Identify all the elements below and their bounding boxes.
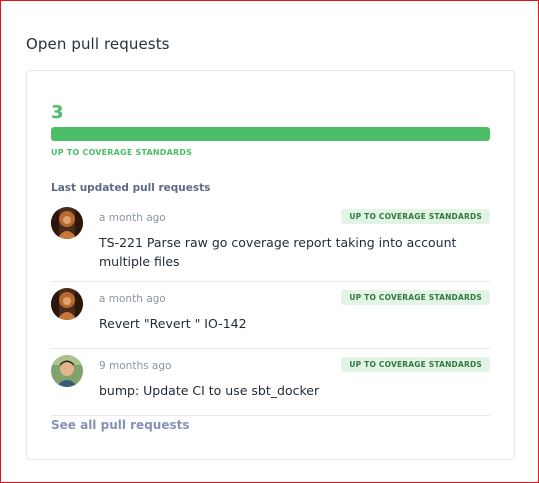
pr-title-link[interactable]: Revert "Revert " IO-142 bbox=[99, 314, 479, 333]
pr-updated-time: a month ago bbox=[99, 212, 166, 224]
section-title: Open pull requests bbox=[26, 35, 170, 53]
coverage-status-badge: UP TO COVERAGE STANDARDS bbox=[341, 357, 490, 372]
user-avatar-2 bbox=[51, 355, 83, 387]
coverage-progress-fill bbox=[51, 127, 490, 141]
pull-requests-card: 3 UP TO COVERAGE STANDARDS Last updated … bbox=[26, 70, 515, 460]
coverage-status-badge: UP TO COVERAGE STANDARDS bbox=[341, 290, 490, 305]
pull-request-item[interactable]: a month ago UP TO COVERAGE STANDARDS TS-… bbox=[51, 201, 490, 282]
pr-title-link[interactable]: bump: Update CI to use sbt_docker bbox=[99, 381, 479, 400]
user-avatar-1 bbox=[51, 288, 83, 320]
pr-title-link[interactable]: TS-221 Parse raw go coverage report taki… bbox=[99, 233, 479, 271]
pull-request-list: a month ago UP TO COVERAGE STANDARDS TS-… bbox=[51, 201, 490, 416]
see-all-pull-requests-link[interactable]: See all pull requests bbox=[51, 418, 190, 432]
coverage-status-badge: UP TO COVERAGE STANDARDS bbox=[341, 209, 490, 224]
coverage-status-label: UP TO COVERAGE STANDARDS bbox=[51, 148, 193, 157]
list-heading: Last updated pull requests bbox=[51, 182, 211, 194]
widget-frame: Open pull requests 3 UP TO COVERAGE STAN… bbox=[0, 0, 539, 483]
pr-updated-time: 9 months ago bbox=[99, 360, 172, 372]
coverage-progress-bar bbox=[51, 127, 490, 141]
pull-request-item[interactable]: 9 months ago UP TO COVERAGE STANDARDS bu… bbox=[51, 349, 490, 416]
user-avatar-1 bbox=[51, 207, 83, 239]
pr-updated-time: a month ago bbox=[99, 293, 166, 305]
pr-count: 3 bbox=[51, 102, 64, 123]
pull-request-item[interactable]: a month ago UP TO COVERAGE STANDARDS Rev… bbox=[51, 282, 490, 349]
